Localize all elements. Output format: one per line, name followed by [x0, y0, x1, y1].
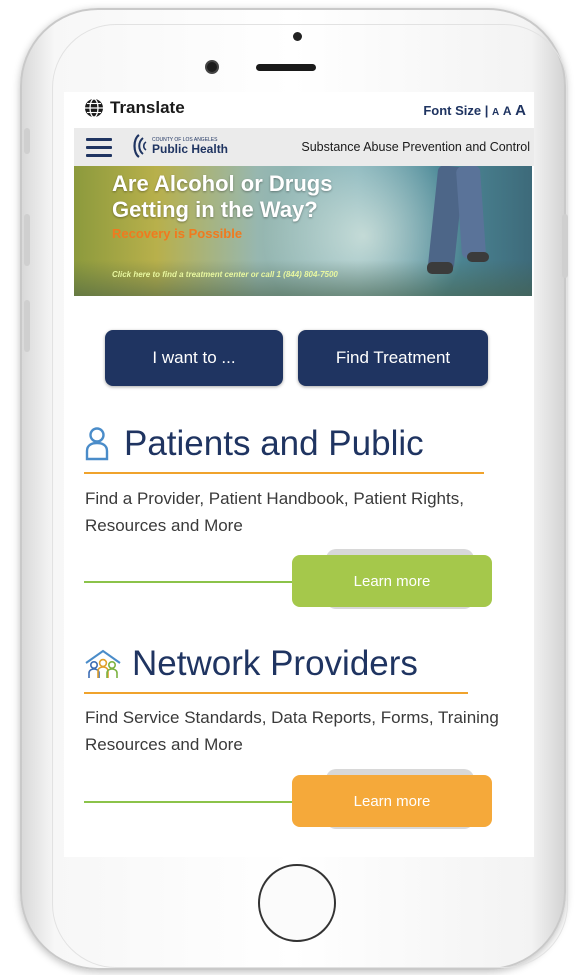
power-button	[562, 214, 568, 278]
mute-switch	[24, 128, 30, 154]
volume-up-button	[24, 214, 30, 266]
program-name[interactable]: Substance Abuse Prevention and Control	[301, 140, 530, 154]
front-camera	[205, 60, 219, 74]
banner-headline-line1: Are Alcohol or Drugs	[112, 171, 333, 196]
group-house-icon	[85, 649, 121, 678]
main-navbar: COUNTY OF LOS ANGELES Public Health Subs…	[74, 128, 534, 166]
i-want-to-button[interactable]: I want to ...	[105, 330, 283, 386]
banner-headline-line2: Getting in the Way?	[112, 197, 318, 222]
person-icon	[85, 427, 109, 461]
network-providers-divider	[84, 801, 294, 803]
patients-public-heading: Patients and Public	[84, 424, 424, 464]
font-size-medium-button[interactable]: A	[503, 104, 512, 118]
volume-down-button	[24, 300, 30, 352]
translate-label: Translate	[110, 98, 185, 117]
patients-public-title: Patients and Public	[124, 424, 424, 463]
county-seal-icon	[133, 134, 147, 158]
utility-bar: Translate Font Size | A A A	[64, 92, 534, 126]
globe-icon	[85, 98, 103, 118]
banner-subheadline: Recovery is Possible	[112, 226, 243, 241]
walking-person-image	[419, 166, 509, 296]
hamburger-menu-icon[interactable]	[86, 138, 112, 158]
patients-public-underline	[84, 472, 484, 474]
network-providers-learn-more-button[interactable]: Learn more	[292, 775, 492, 827]
find-treatment-button[interactable]: Find Treatment	[298, 330, 488, 386]
font-size-control: Font Size | A A A	[423, 102, 526, 119]
translate-link[interactable]: Translate	[84, 98, 185, 118]
network-providers-title: Network Providers	[132, 644, 418, 683]
phone-screen: Translate Font Size | A A A COUNTY OF LO…	[64, 92, 534, 857]
network-providers-heading: Network Providers	[84, 644, 418, 684]
earpiece-speaker	[256, 64, 316, 71]
font-size-large-button[interactable]: A	[515, 102, 526, 119]
font-size-label: Font Size |	[423, 103, 489, 118]
logo-text: COUNTY OF LOS ANGELES Public Health	[152, 137, 229, 156]
hero-banner[interactable]: Are Alcohol or Drugs Getting in the Way?…	[74, 166, 532, 296]
network-providers-description: Find Service Standards, Data Reports, Fo…	[85, 708, 499, 754]
font-size-small-button[interactable]: A	[492, 107, 499, 118]
patients-public-learn-more-button[interactable]: Learn more	[292, 555, 492, 607]
home-button[interactable]	[258, 864, 336, 942]
logo-public-health-text: Public Health	[152, 141, 229, 156]
front-sensor	[293, 32, 302, 41]
public-health-logo[interactable]: COUNTY OF LOS ANGELES Public Health	[130, 134, 228, 158]
patients-public-description: Find a Provider, Patient Handbook, Patie…	[85, 489, 464, 535]
patients-public-divider	[84, 581, 294, 583]
banner-call-to-action[interactable]: Click here to find a treatment center or…	[112, 270, 338, 279]
network-providers-underline	[84, 692, 468, 694]
